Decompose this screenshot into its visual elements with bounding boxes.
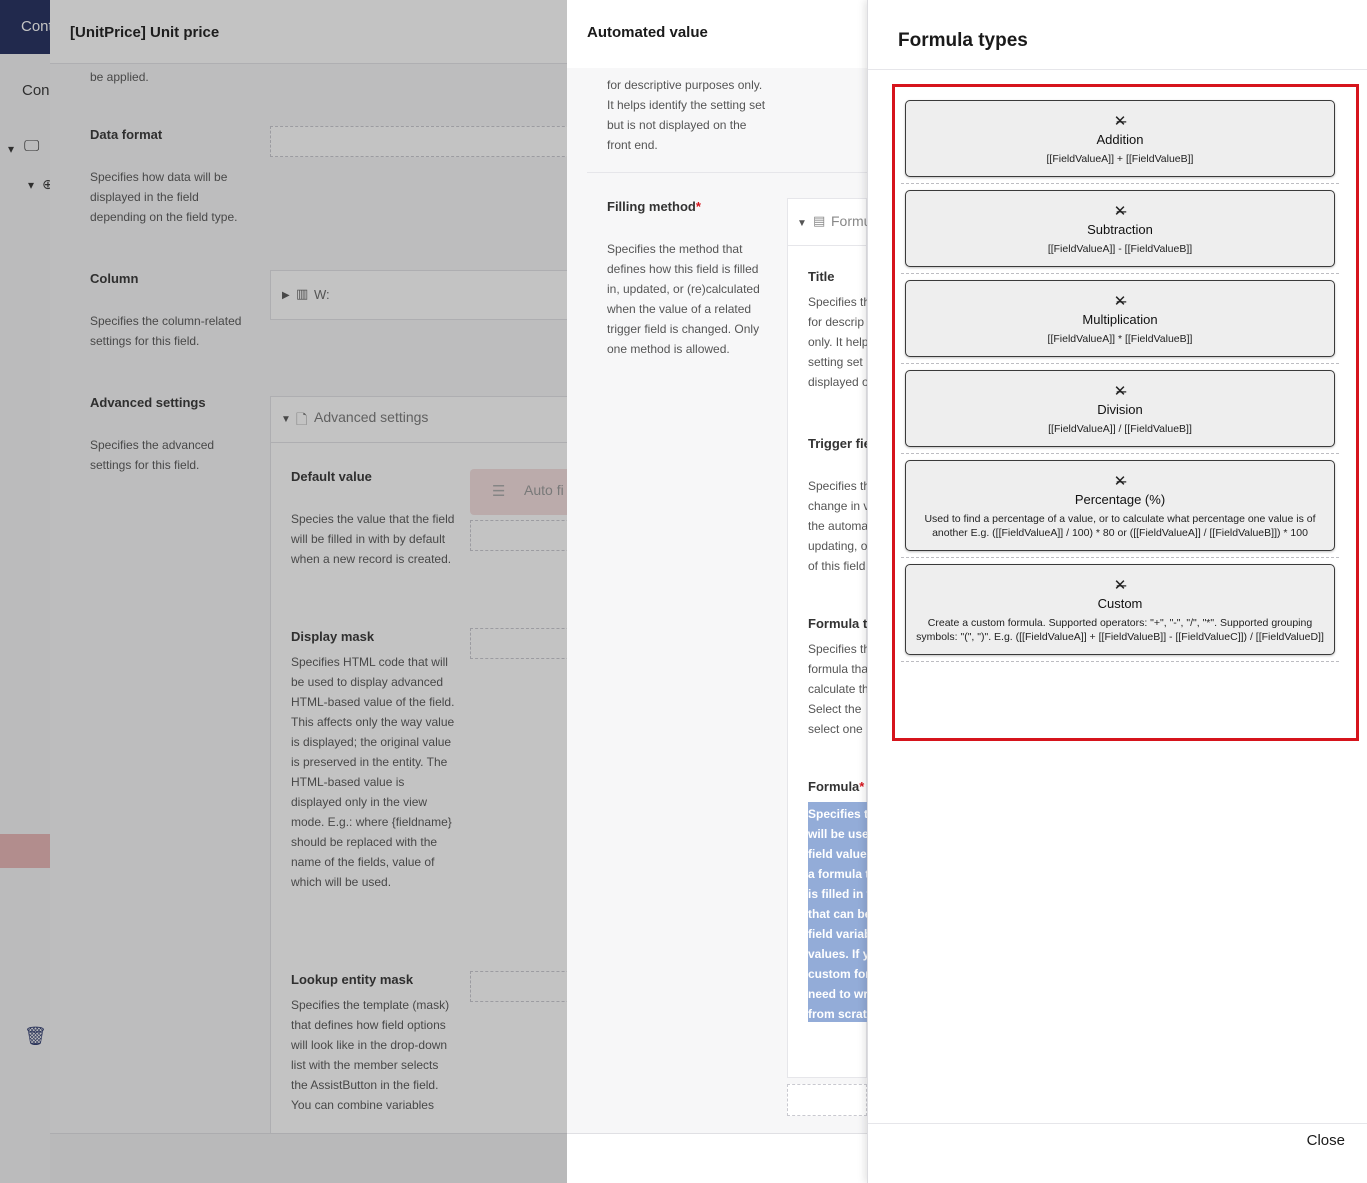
list-item: ✕̶ Percentage (%) Used to find a percent… — [901, 454, 1339, 558]
calculator-icon: ✕̶ — [1113, 113, 1127, 130]
filling-method-description: Specifies the method that defines how th… — [607, 242, 760, 356]
divider — [587, 172, 867, 173]
automated-value-title: Automated value — [587, 24, 708, 41]
formula-label: Formula* — [808, 779, 864, 794]
required-mark: * — [859, 779, 865, 794]
automated-value-panel: Automated value for descriptive purposes… — [567, 0, 867, 1183]
formula-label-text: Formula — [808, 779, 860, 794]
automated-value-header: Automated value — [567, 0, 867, 68]
formula-type-multiplication-button[interactable]: ✕̶ Multiplication [[FieldValueA]] * [[Fi… — [905, 280, 1335, 357]
list-item: ✕̶ Multiplication [[FieldValueA]] * [[Fi… — [901, 274, 1339, 364]
formula-type-percentage-button[interactable]: ✕̶ Percentage (%) Used to find a percent… — [905, 460, 1335, 551]
formula-types-title: Formula types — [898, 30, 1028, 51]
formula-type-description: Used to find a percentage of a value, or… — [924, 513, 1316, 539]
caret-down-icon[interactable]: ▼ — [797, 218, 807, 229]
formula-title-label: Title — [808, 269, 835, 284]
close-button[interactable]: Close — [1307, 1132, 1345, 1149]
calculator-icon: ✕̶ — [1113, 293, 1127, 310]
formula-type-description: [[FieldValueA]] / [[FieldValueB]] — [1048, 423, 1192, 435]
modal-backdrop[interactable] — [0, 0, 567, 1183]
formula-type-description: [[FieldValueA]] - [[FieldValueB]] — [1047, 243, 1193, 255]
filling-method-label-text: Filling method — [607, 199, 696, 214]
formula-types-footer — [868, 1123, 1367, 1183]
filling-method-label: Filling method* — [607, 199, 701, 214]
calculator-icon: ✕̶ — [1113, 473, 1127, 490]
trigger-field-label: Trigger fie — [808, 436, 867, 451]
formula-type-division-button[interactable]: ✕̶ Division [[FieldValueA]] / [[FieldVal… — [905, 370, 1335, 447]
title-description: for descriptive purposes only. It helps … — [607, 78, 766, 152]
calculator-icon: ▤ — [813, 213, 826, 228]
formula-type-description: Specifies th formula tha calculate th Se… — [808, 642, 867, 736]
automated-value-footer — [567, 1133, 867, 1183]
trigger-field-description: Specifies th change in v the automa upda… — [808, 479, 867, 573]
formula-type-name: Multiplication — [1082, 312, 1158, 327]
formula-type-name: Addition — [1096, 132, 1144, 147]
required-mark: * — [695, 199, 701, 214]
formula-types-list: ✕̶ Addition [[FieldValueA]] + [[FieldVal… — [901, 94, 1339, 662]
formula-type-name: Division — [1097, 402, 1143, 417]
formula-type-name: Percentage (%) — [1074, 492, 1166, 507]
formula-type-addition-button[interactable]: ✕̶ Addition [[FieldValueA]] + [[FieldVal… — [905, 100, 1335, 177]
formula-type-description: Create a custom formula. Supported opera… — [916, 617, 1324, 643]
filling-method-selected: Formula — [831, 213, 867, 229]
calculator-icon: ✕̶ — [1113, 203, 1127, 220]
calculator-icon: ✕̶ — [1113, 577, 1127, 594]
formula-type-label: Formula t — [808, 616, 867, 631]
list-item: ✕̶ Addition [[FieldValueA]] + [[FieldVal… — [901, 94, 1339, 184]
list-item: ✕̶ Custom Create a custom formula. Suppo… — [901, 558, 1339, 662]
formula-title-description: Specifies the for descrip only. It help … — [808, 295, 867, 389]
list-item: ✕̶ Division [[FieldValueA]] / [[FieldVal… — [901, 364, 1339, 454]
formula-type-description: [[FieldValueA]] + [[FieldValueB]] — [1046, 153, 1194, 165]
list-item: ✕̶ Subtraction [[FieldValueA]] - [[Field… — [901, 184, 1339, 274]
formula-description: Specifies th will be used field value. a… — [808, 807, 867, 1021]
calculator-icon: ✕̶ — [1113, 383, 1127, 400]
formula-types-header: Formula types — [868, 0, 1367, 70]
formula-type-name: Subtraction — [1087, 222, 1153, 237]
formula-type-custom-button[interactable]: ✕̶ Custom Create a custom formula. Suppo… — [905, 564, 1335, 655]
formula-type-name: Custom — [1097, 596, 1143, 611]
formula-types-panel: Formula types ✕̶ Addition [[FieldValueA]… — [867, 0, 1367, 1183]
formula-type-subtraction-button[interactable]: ✕̶ Subtraction [[FieldValueA]] - [[Field… — [905, 190, 1335, 267]
formula-type-description: [[FieldValueA]] * [[FieldValueB]] — [1047, 333, 1193, 345]
formula-input[interactable] — [787, 1084, 867, 1116]
